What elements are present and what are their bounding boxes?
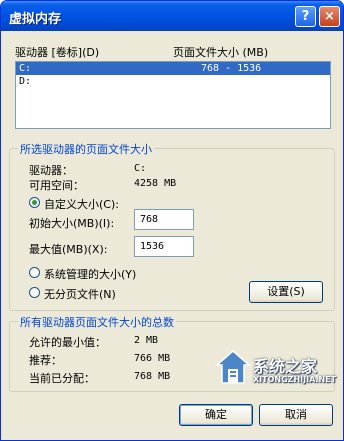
watermark-url: XITONGZHIJIA.NET: [253, 375, 337, 384]
house-logo-icon: [215, 350, 251, 384]
drive-column-header: 驱动器 [卷标](D): [15, 46, 100, 59]
currently-allocated-label: 当前已分配：: [29, 372, 95, 385]
min-allowed-value: 2 MB: [134, 335, 159, 346]
drive-label: 驱动器：: [29, 164, 73, 177]
paging-size-column-header: 页面文件大小 (MB): [173, 46, 269, 59]
ok-button[interactable]: 确定: [179, 404, 253, 426]
help-button[interactable]: ?: [295, 6, 316, 27]
system-managed-radio[interactable]: [29, 267, 40, 278]
total-size-group-title: 所有驱动器页面文件大小的总数: [18, 314, 176, 330]
custom-size-radio[interactable]: [29, 197, 40, 208]
selected-drive-group-title: 所选驱动器的页面文件大小: [18, 141, 154, 157]
custom-size-label[interactable]: 自定义大小(C):: [44, 196, 119, 212]
set-button[interactable]: 设置(S): [249, 281, 323, 303]
max-size-input[interactable]: 1536: [134, 236, 194, 257]
watermark-title: 系统之家: [253, 357, 318, 376]
recommended-label: 推荐：: [29, 354, 62, 367]
drive-letter: D:: [19, 76, 32, 87]
drive-list-item[interactable]: C: 768 - 1536: [16, 62, 330, 75]
drive-list-item[interactable]: D:: [16, 75, 330, 88]
site-watermark: 系统之家 XITONGZHIJIA.NET: [213, 345, 341, 389]
close-icon: ×: [324, 9, 335, 24]
drive-paging-size: 768 - 1536: [201, 63, 262, 74]
min-allowed-label: 允许的最小值：: [29, 336, 106, 349]
help-icon: ?: [301, 9, 310, 24]
no-paging-file-label[interactable]: 无分页文件(N): [44, 286, 116, 302]
initial-size-label: 初始大小(MB)(I):: [29, 217, 115, 230]
no-paging-file-radio[interactable]: [29, 287, 40, 298]
initial-size-input[interactable]: 768: [134, 209, 194, 230]
cancel-button[interactable]: 取消: [259, 404, 333, 426]
close-button[interactable]: ×: [319, 6, 340, 27]
drive-letter: C:: [19, 63, 32, 74]
system-managed-label[interactable]: 系统管理的大小(Y): [44, 266, 136, 282]
free-space-label: 可用空间：: [29, 179, 84, 192]
drive-value: C:: [134, 163, 147, 174]
currently-allocated-value: 768 MB: [134, 371, 171, 382]
max-size-label: 最大值(MB)(X):: [29, 243, 108, 256]
virtual-memory-dialog: 虚拟内存 ? × 驱动器 [卷标](D) 页面文件大小 (MB) C: 768 …: [0, 0, 344, 441]
free-space-value: 4258 MB: [134, 178, 177, 189]
recommended-value: 766 MB: [134, 353, 171, 364]
title-bar: 虚拟内存 ? ×: [1, 1, 343, 31]
drive-list[interactable]: C: 768 - 1536 D:: [15, 61, 331, 129]
window-title: 虚拟内存: [9, 12, 62, 27]
